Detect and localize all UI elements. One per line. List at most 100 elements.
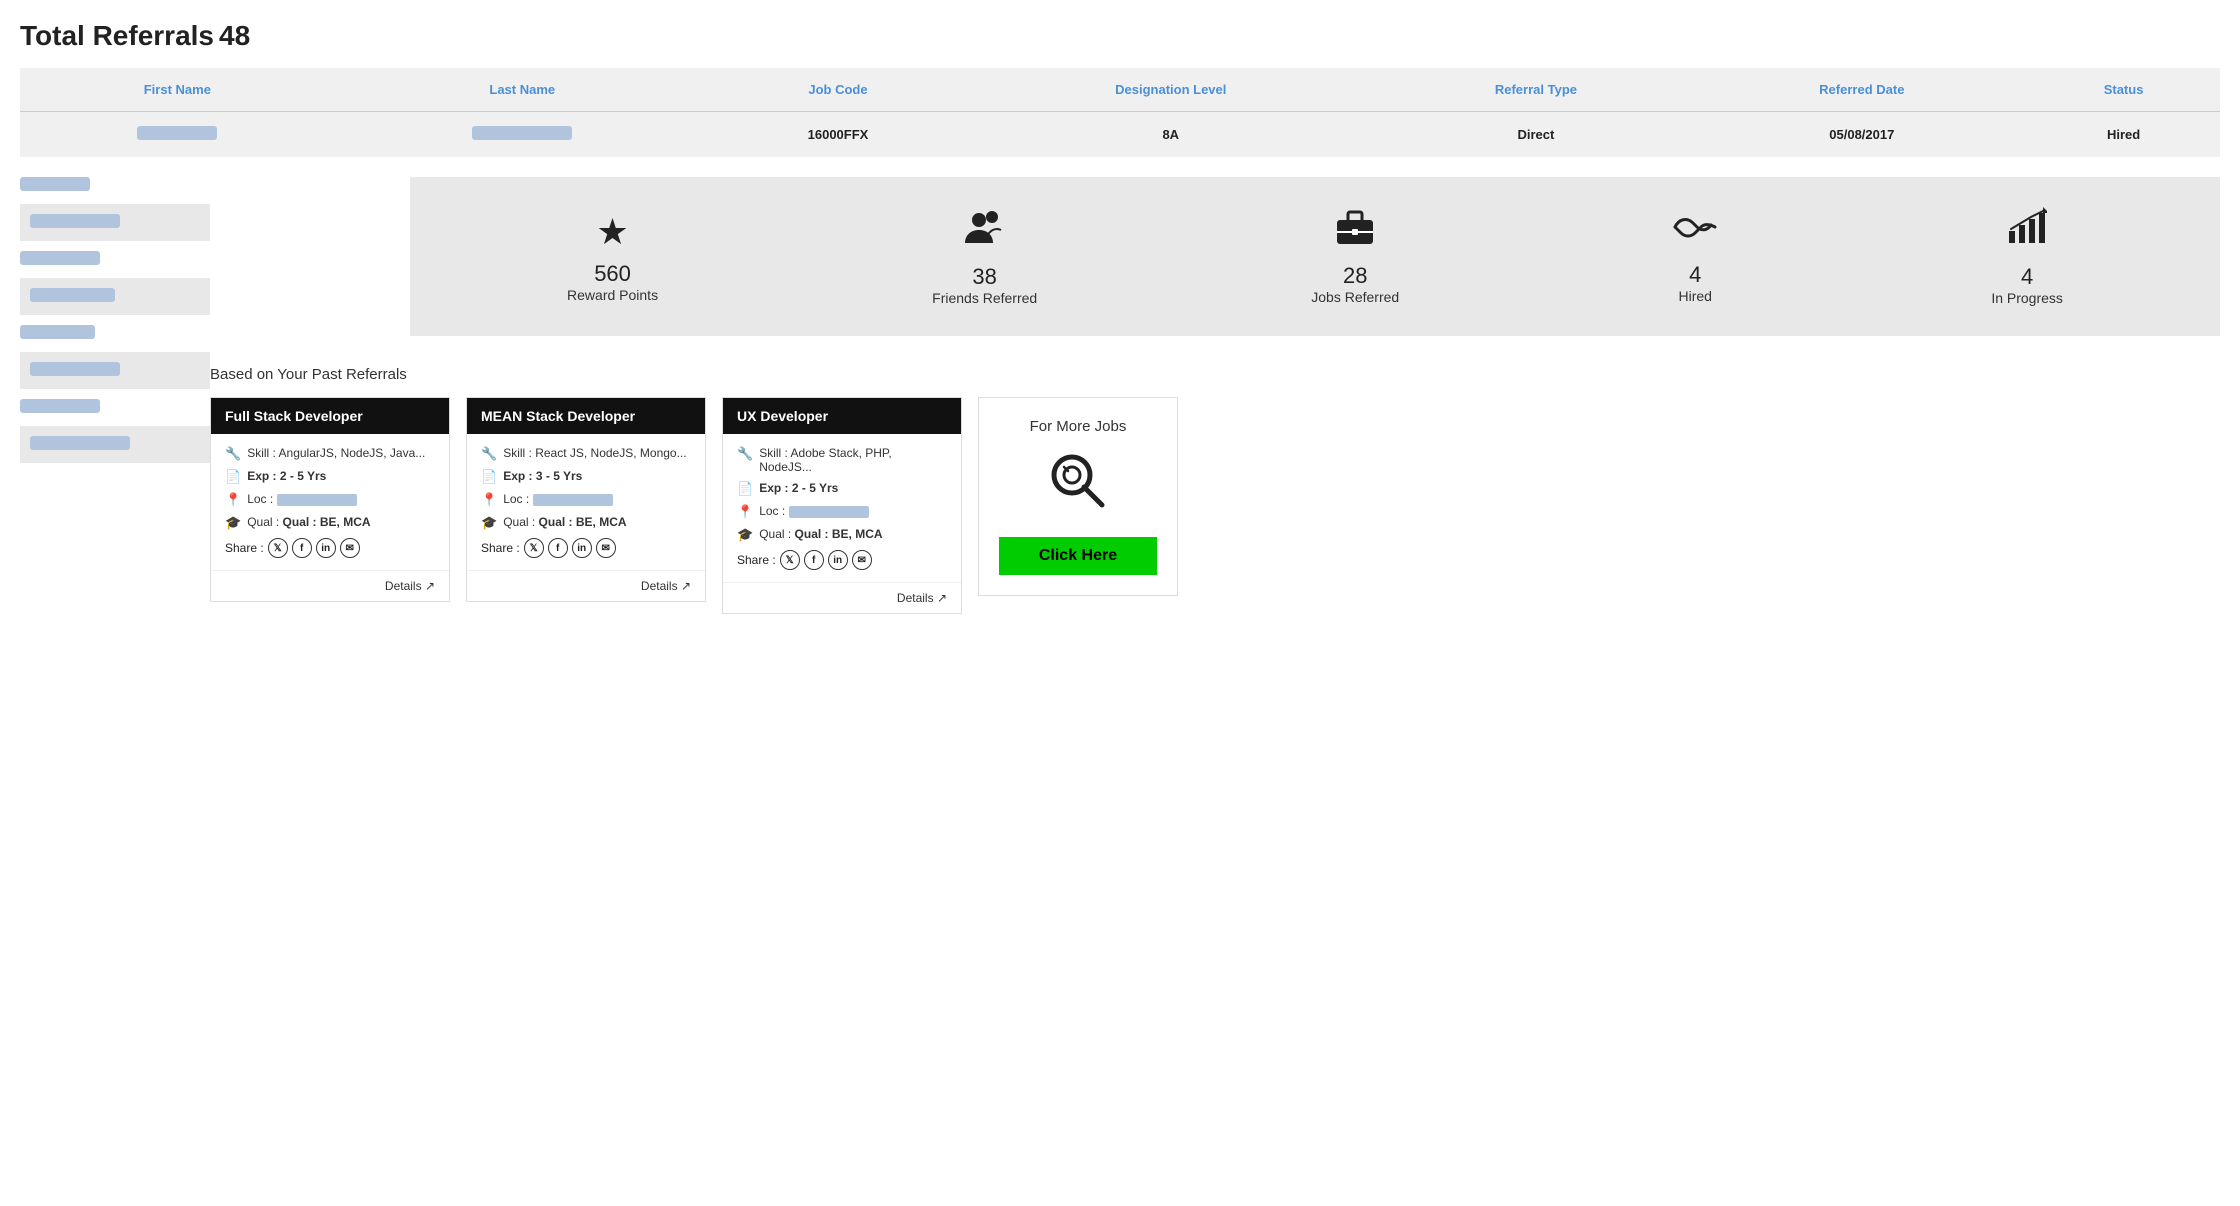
job-skill-text: Skill : AngularJS, NodeJS, Java... (247, 446, 425, 460)
col-status: Status (2027, 68, 2220, 112)
friends-referred-value: 38 (932, 264, 1037, 290)
job-share-row: Share : 𝕏 f in ✉ (737, 550, 947, 570)
col-designation-level: Designation Level (966, 68, 1375, 112)
stat-in-progress: 4 In Progress (1991, 207, 2063, 306)
job-qual-text: Qual : Qual : BE, MCA (759, 527, 882, 541)
col-referral-type: Referral Type (1375, 68, 1696, 112)
job-details-row[interactable]: Details ↗ (211, 570, 449, 601)
jobs-referred-label: Jobs Referred (1311, 289, 1399, 305)
cell-designation-level: 8A (966, 112, 1375, 158)
job-card-full-stack: Full Stack Developer 🔧 Skill : AngularJS… (210, 397, 450, 602)
job-card-title-mean-stack: MEAN Stack Developer (467, 398, 705, 434)
facebook-share-icon[interactable]: f (292, 538, 312, 558)
jobs-row: Full Stack Developer 🔧 Skill : AngularJS… (210, 397, 2220, 614)
more-jobs-title: For More Jobs (999, 418, 1157, 435)
job-skill-detail: 🔧 Skill : Adobe Stack, PHP, NodeJS... (737, 446, 947, 474)
facebook-share-icon[interactable]: f (804, 550, 824, 570)
progress-chart-icon (1991, 207, 2063, 256)
stats-section: ★ 560 Reward Points 38 Friends Referred (410, 177, 2220, 336)
job-card-mean-stack: MEAN Stack Developer 🔧 Skill : React JS,… (466, 397, 706, 602)
star-icon: ★ (567, 211, 658, 253)
main-content: ★ 560 Reward Points 38 Friends Referred (20, 177, 2220, 624)
sidebar-item (20, 426, 210, 463)
col-first-name: First Name (20, 68, 335, 112)
in-progress-label: In Progress (1991, 290, 2063, 306)
cell-status: Hired (2027, 112, 2220, 158)
email-share-icon[interactable]: ✉ (596, 538, 616, 558)
job-details-row[interactable]: Details ↗ (723, 582, 961, 613)
email-share-icon[interactable]: ✉ (852, 550, 872, 570)
briefcase-icon (1311, 208, 1399, 255)
job-details-link[interactable]: Details ↗ (897, 591, 947, 605)
search-icon (999, 451, 1157, 521)
table-row: 16000FFX 8A Direct 05/08/2017 Hired (20, 112, 2220, 158)
linkedin-share-icon[interactable]: in (828, 550, 848, 570)
job-exp-text: Exp : 2 - 5 Yrs (247, 469, 326, 483)
job-details-link[interactable]: Details ↗ (385, 579, 435, 593)
job-card-body-mean-stack: 🔧 Skill : React JS, NodeJS, Mongo... 📄 E… (467, 434, 705, 570)
job-skill-text: Skill : Adobe Stack, PHP, NodeJS... (759, 446, 947, 474)
more-jobs-card: For More Jobs Click Here (978, 397, 1178, 596)
doc-icon: 📄 (225, 469, 241, 485)
job-exp-detail: 📄 Exp : 3 - 5 Yrs (481, 469, 691, 485)
sidebar-item (20, 278, 210, 315)
col-referred-date: Referred Date (1697, 68, 2028, 112)
twitter-share-icon[interactable]: 𝕏 (268, 538, 288, 558)
job-loc-text: Loc : (247, 492, 356, 506)
reward-points-label: Reward Points (567, 287, 658, 303)
cell-first-name (20, 112, 335, 158)
past-referrals-section: Based on Your Past Referrals Full Stack … (210, 356, 2220, 624)
friends-icon (932, 207, 1037, 256)
click-here-button[interactable]: Click Here (999, 537, 1157, 575)
wrench-icon: 🔧 (481, 446, 497, 462)
wrench-icon: 🔧 (225, 446, 241, 462)
job-card-ux-developer: UX Developer 🔧 Skill : Adobe Stack, PHP,… (722, 397, 962, 614)
job-qual-detail: 🎓 Qual : Qual : BE, MCA (225, 515, 435, 531)
jobs-referred-value: 28 (1311, 263, 1399, 289)
job-exp-text: Exp : 3 - 5 Yrs (503, 469, 582, 483)
cell-last-name (335, 112, 710, 158)
total-referrals-heading: Total Referrals 48 (20, 20, 2220, 52)
cell-referral-type: Direct (1375, 112, 1696, 158)
doc-icon: 📄 (481, 469, 497, 485)
job-card-title-ux-developer: UX Developer (723, 398, 961, 434)
job-skill-detail: 🔧 Skill : React JS, NodeJS, Mongo... (481, 446, 691, 462)
job-card-title-full-stack: Full Stack Developer (211, 398, 449, 434)
linkedin-share-icon[interactable]: in (572, 538, 592, 558)
right-column: ★ 560 Reward Points 38 Friends Referred (210, 177, 2220, 624)
stat-jobs-referred: 28 Jobs Referred (1311, 208, 1399, 305)
cell-referred-date: 05/08/2017 (1697, 112, 2028, 158)
in-progress-value: 4 (1991, 264, 2063, 290)
job-share-row: Share : 𝕏 f in ✉ (481, 538, 691, 558)
job-qual-detail: 🎓 Qual : Qual : BE, MCA (481, 515, 691, 531)
twitter-share-icon[interactable]: 𝕏 (780, 550, 800, 570)
sidebar-item (20, 352, 210, 389)
hired-value: 4 (1673, 262, 1717, 288)
job-exp-detail: 📄 Exp : 2 - 5 Yrs (737, 481, 947, 497)
col-job-code: Job Code (710, 68, 966, 112)
facebook-share-icon[interactable]: f (548, 538, 568, 558)
job-skill-detail: 🔧 Skill : AngularJS, NodeJS, Java... (225, 446, 435, 462)
twitter-share-icon[interactable]: 𝕏 (524, 538, 544, 558)
location-icon: 📍 (737, 504, 753, 520)
share-label: Share : (481, 541, 520, 555)
linkedin-share-icon[interactable]: in (316, 538, 336, 558)
job-qual-text: Qual : Qual : BE, MCA (247, 515, 370, 529)
cell-job-code: 16000FFX (710, 112, 966, 158)
job-loc-detail: 📍 Loc : (481, 492, 691, 508)
referral-table: First Name Last Name Job Code Designatio… (20, 68, 2220, 157)
job-qual-text: Qual : Qual : BE, MCA (503, 515, 626, 529)
job-details-row[interactable]: Details ↗ (467, 570, 705, 601)
email-share-icon[interactable]: ✉ (340, 538, 360, 558)
hired-label: Hired (1679, 288, 1712, 304)
friends-referred-label: Friends Referred (932, 290, 1037, 306)
job-exp-detail: 📄 Exp : 2 - 5 Yrs (225, 469, 435, 485)
graduation-icon: 🎓 (737, 527, 753, 543)
job-details-link[interactable]: Details ↗ (641, 579, 691, 593)
graduation-icon: 🎓 (225, 515, 241, 531)
job-loc-detail: 📍 Loc : (225, 492, 435, 508)
job-share-row: Share : 𝕏 f in ✉ (225, 538, 435, 558)
job-qual-detail: 🎓 Qual : Qual : BE, MCA (737, 527, 947, 543)
handshake-icon (1673, 209, 1717, 254)
job-card-body-ux-developer: 🔧 Skill : Adobe Stack, PHP, NodeJS... 📄 … (723, 434, 961, 582)
